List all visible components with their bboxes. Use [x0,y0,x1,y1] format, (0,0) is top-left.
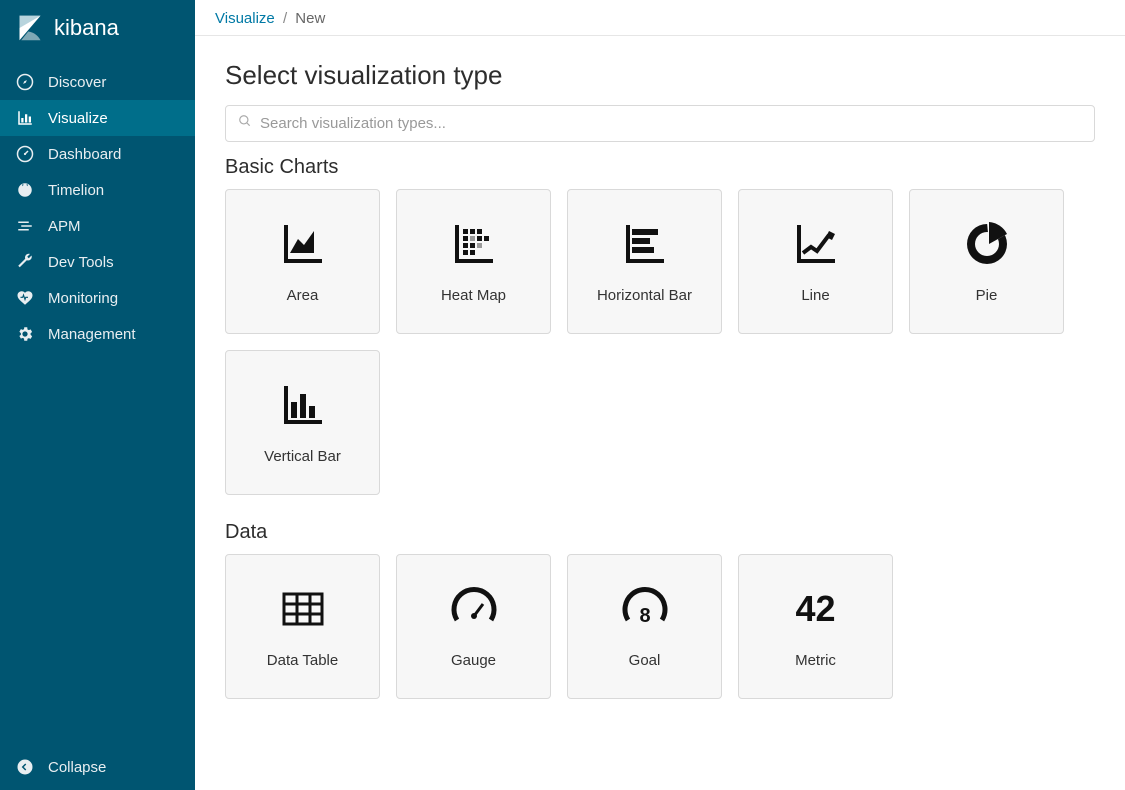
chart-icon [16,109,34,127]
sidebar-item-discover[interactable]: Discover [0,64,195,100]
compass-icon [16,73,34,91]
sidebar-item-label: Timelion [48,182,104,199]
sidebar-item-label: Management [48,326,136,343]
nav: Discover Visualize Dashboard Timelion AP… [0,56,195,744]
vis-card-heat-map[interactable]: Heat Map [396,189,551,334]
pie-chart-icon [962,219,1012,269]
horizontal-bar-icon [620,219,670,269]
vis-card-horizontal-bar[interactable]: Horizontal Bar [567,189,722,334]
sidebar-item-timelion[interactable]: Timelion [0,172,195,208]
app-name: kibana [54,15,119,41]
kibana-logo-icon [16,14,44,42]
vis-label: Vertical Bar [264,448,341,465]
breadcrumb-link-visualize[interactable]: Visualize [215,10,275,27]
timelion-icon [16,181,34,199]
sidebar-item-label: Dashboard [48,146,121,163]
area-chart-icon [278,219,328,269]
vis-label: Line [801,287,829,304]
search-box[interactable] [225,105,1095,142]
vis-card-area[interactable]: Area [225,189,380,334]
logo[interactable]: kibana [0,0,195,56]
search-icon [238,114,252,133]
vis-label: Metric [795,652,836,669]
vis-label: Horizontal Bar [597,287,692,304]
gauge-icon [449,584,499,634]
breadcrumb-current: New [295,10,325,27]
content: Select visualization type Basic Charts A… [195,36,1125,790]
apm-icon [16,217,34,235]
sidebar-item-monitoring[interactable]: Monitoring [0,280,195,316]
goal-icon: 8 [620,584,670,634]
collapse-icon [16,758,34,776]
sidebar-item-label: Dev Tools [48,254,114,271]
heartbeat-icon [16,289,34,307]
breadcrumb-separator: / [283,10,287,27]
sidebar-item-label: Monitoring [48,290,118,307]
vis-grid-basic-charts: Area Heat Map Horizontal Bar Line Pie Ve… [225,189,1095,495]
sidebar-item-label: Visualize [48,110,108,127]
vis-card-line[interactable]: Line [738,189,893,334]
sidebar-item-management[interactable]: Management [0,316,195,352]
sidebar-item-label: APM [48,218,81,235]
sidebar: kibana Discover Visualize Dashboard Time… [0,0,195,790]
vis-label: Goal [629,652,661,669]
section-title-data: Data [225,521,1095,544]
vis-card-goal[interactable]: 8 Goal [567,554,722,699]
line-chart-icon [791,219,841,269]
main: Visualize / New Select visualization typ… [195,0,1125,790]
vis-card-data-table[interactable]: Data Table [225,554,380,699]
vis-label: Pie [976,287,998,304]
vis-label: Data Table [267,652,338,669]
table-icon [278,584,328,634]
heatmap-icon [449,219,499,269]
search-input[interactable] [260,115,1082,132]
wrench-icon [16,253,34,271]
sidebar-item-dashboard[interactable]: Dashboard [0,136,195,172]
svg-text:8: 8 [639,605,650,627]
vertical-bar-icon [278,380,328,430]
vis-label: Gauge [451,652,496,669]
collapse-label: Collapse [48,759,106,776]
vis-card-gauge[interactable]: Gauge [396,554,551,699]
vis-card-pie[interactable]: Pie [909,189,1064,334]
metric-icon: 42 [795,584,835,634]
gear-icon [16,325,34,343]
sidebar-item-apm[interactable]: APM [0,208,195,244]
vis-grid-data: Data Table Gauge 8 Goal 42 Metric [225,554,1095,699]
vis-label: Heat Map [441,287,506,304]
gauge-circle-icon [16,145,34,163]
vis-card-metric[interactable]: 42 Metric [738,554,893,699]
sidebar-item-dev-tools[interactable]: Dev Tools [0,244,195,280]
sidebar-item-visualize[interactable]: Visualize [0,100,195,136]
vis-card-vertical-bar[interactable]: Vertical Bar [225,350,380,495]
breadcrumb: Visualize / New [195,0,1125,36]
collapse-button[interactable]: Collapse [0,744,195,790]
page-title: Select visualization type [225,60,1095,91]
section-title-basic-charts: Basic Charts [225,156,1095,179]
vis-label: Area [287,287,319,304]
sidebar-item-label: Discover [48,74,106,91]
